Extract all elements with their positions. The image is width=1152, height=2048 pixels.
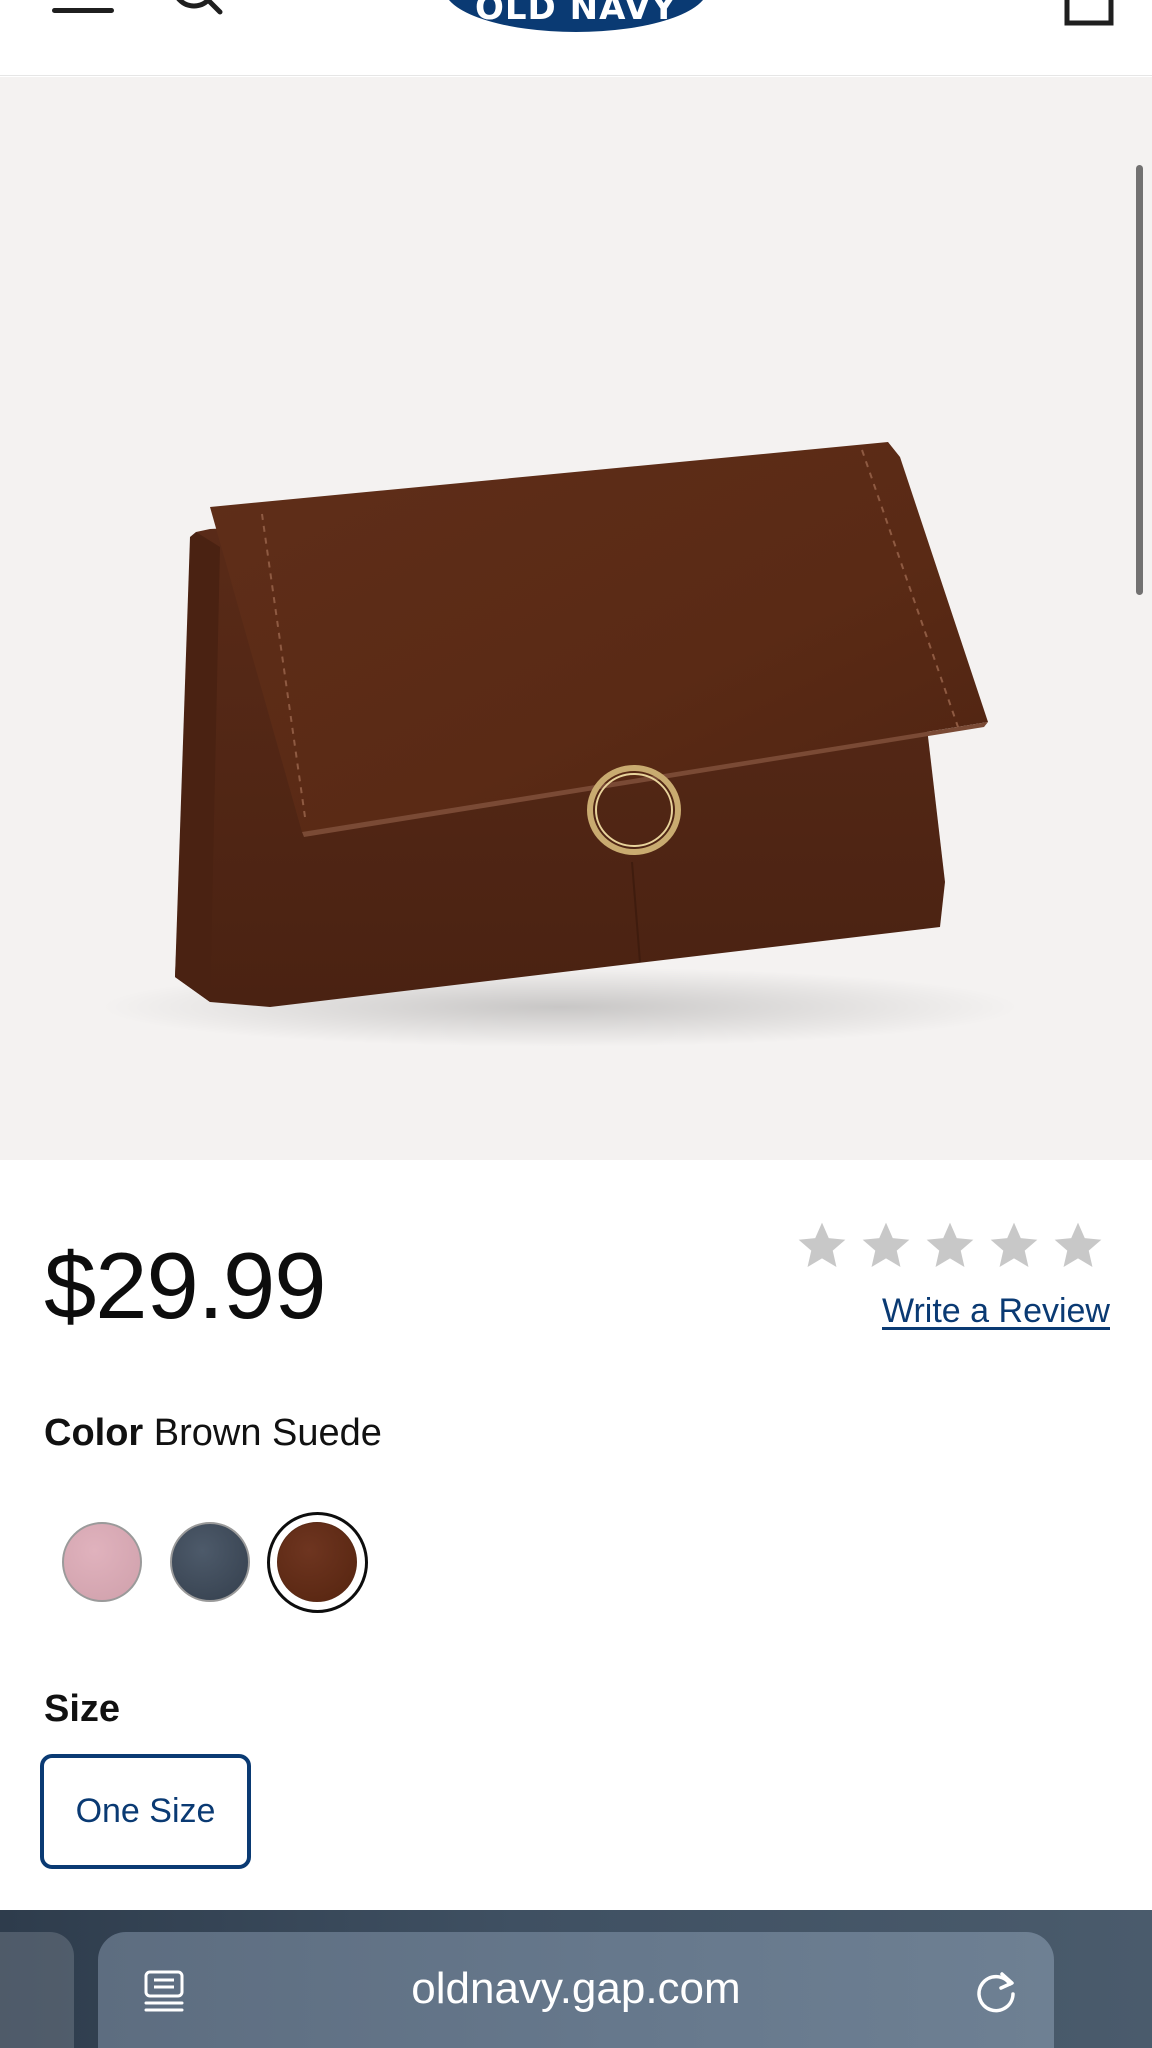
bag-icon[interactable] — [1064, 0, 1114, 26]
color-value: Brown Suede — [153, 1412, 382, 1454]
url-text: oldnavy.gap.com — [411, 1964, 741, 2013]
product-price: $29.99 — [44, 1233, 327, 1338]
search-icon[interactable] — [160, 0, 226, 20]
site-header: OLD NAVY — [0, 0, 1152, 76]
swatch-pink[interactable] — [62, 1522, 142, 1602]
browser-address-bar: oldnavy.gap.com — [0, 1910, 1152, 2048]
logo-text: OLD NAVY — [474, 0, 678, 28]
star-icon — [798, 1222, 846, 1267]
star-icon — [1054, 1222, 1102, 1267]
star-icon — [990, 1222, 1038, 1267]
previous-tab[interactable] — [0, 1932, 74, 2048]
color-label: Color — [44, 1412, 144, 1454]
swatch-navy[interactable] — [170, 1522, 250, 1602]
star-icon — [926, 1222, 974, 1267]
product-image-gallery[interactable] — [0, 77, 1152, 1160]
menu-icon[interactable] — [52, 0, 116, 18]
size-one-size-button[interactable]: One Size — [40, 1754, 251, 1869]
swatch-brown[interactable] — [277, 1522, 357, 1602]
color-selection-label: Color Brown Suede — [44, 1412, 382, 1455]
gallery-scrollbar[interactable] — [1136, 165, 1143, 595]
old-navy-logo[interactable]: OLD NAVY — [444, 0, 708, 32]
size-label: Size — [44, 1688, 121, 1730]
url-field[interactable]: oldnavy.gap.com — [98, 1932, 1054, 2048]
reload-icon[interactable] — [974, 1968, 1020, 2014]
product-image — [100, 442, 1020, 1047]
rating-stars[interactable] — [794, 1218, 1114, 1278]
star-icon — [862, 1222, 910, 1267]
write-review-link[interactable]: Write a Review — [882, 1292, 1110, 1331]
